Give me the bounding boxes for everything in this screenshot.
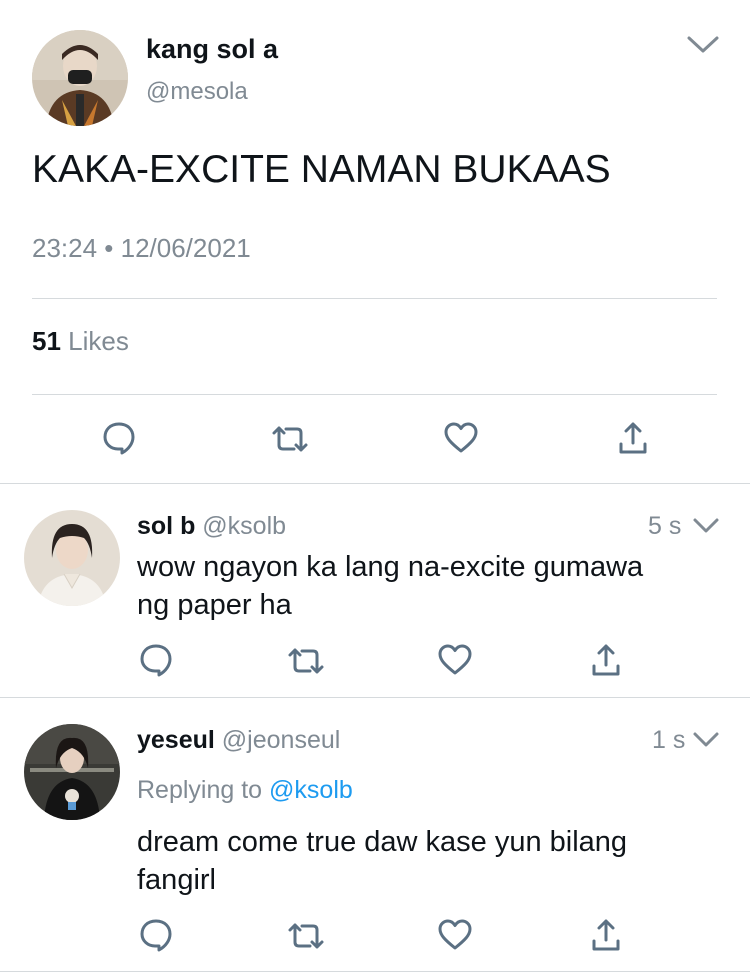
reply-icon[interactable] xyxy=(138,917,174,953)
reply-text-line-2: fangirl xyxy=(137,864,216,896)
retweet-icon[interactable] xyxy=(287,646,325,676)
reply-icon[interactable] xyxy=(138,642,174,678)
reply-icon[interactable] xyxy=(101,420,137,456)
reply-header: yeseul @jeonseul xyxy=(137,726,340,755)
display-name[interactable]: yeseul xyxy=(137,726,215,754)
divider xyxy=(0,971,750,972)
share-icon[interactable] xyxy=(591,643,621,677)
share-icon[interactable] xyxy=(591,918,621,952)
likes-count: 51 xyxy=(32,326,61,356)
reply-time[interactable]: 5 s xyxy=(648,512,681,541)
chevron-down-icon[interactable] xyxy=(692,517,720,540)
handle[interactable]: @ksolb xyxy=(202,512,286,540)
replying-to-link[interactable]: @ksolb xyxy=(269,776,353,804)
chevron-down-icon[interactable] xyxy=(686,34,720,61)
retweet-icon[interactable] xyxy=(271,424,309,454)
reply-text-line-1: wow ngayon ka lang na-excite gumawa xyxy=(137,551,644,583)
heart-icon[interactable] xyxy=(437,919,473,951)
divider xyxy=(0,697,750,698)
reply-text-line-2: ng paper ha xyxy=(137,589,292,621)
divider xyxy=(32,298,717,299)
avatar-kang-sol-a[interactable] xyxy=(32,30,128,126)
reply-header: sol b @ksolb xyxy=(137,512,286,541)
heart-icon[interactable] xyxy=(437,644,473,676)
avatar-yeseul[interactable] xyxy=(24,724,120,820)
chevron-down-icon[interactable] xyxy=(692,731,720,754)
reply-time[interactable]: 1 s xyxy=(652,726,685,755)
divider xyxy=(0,483,750,484)
divider xyxy=(32,394,717,395)
handle[interactable]: @mesola xyxy=(146,78,248,106)
replying-to: Replying to @ksolb xyxy=(137,776,353,805)
handle[interactable]: @jeonseul xyxy=(222,726,341,754)
tweet-text: KAKA-EXCITE NAMAN BUKAAS xyxy=(32,148,611,191)
tweet-timestamp[interactable]: 23:24 • 12/06/2021 xyxy=(32,233,251,264)
replying-prefix: Replying to xyxy=(137,776,263,804)
heart-icon[interactable] xyxy=(443,422,479,454)
likes-stat[interactable]: 51 Likes xyxy=(32,326,129,357)
likes-label: Likes xyxy=(68,326,129,356)
retweet-icon[interactable] xyxy=(287,921,325,951)
display-name[interactable]: kang sol a xyxy=(146,34,278,65)
share-icon[interactable] xyxy=(618,421,648,455)
reply-text-line-1: dream come true daw kase yun bilang xyxy=(137,826,628,858)
display-name[interactable]: sol b xyxy=(137,512,195,540)
avatar-sol-b[interactable] xyxy=(24,510,120,606)
